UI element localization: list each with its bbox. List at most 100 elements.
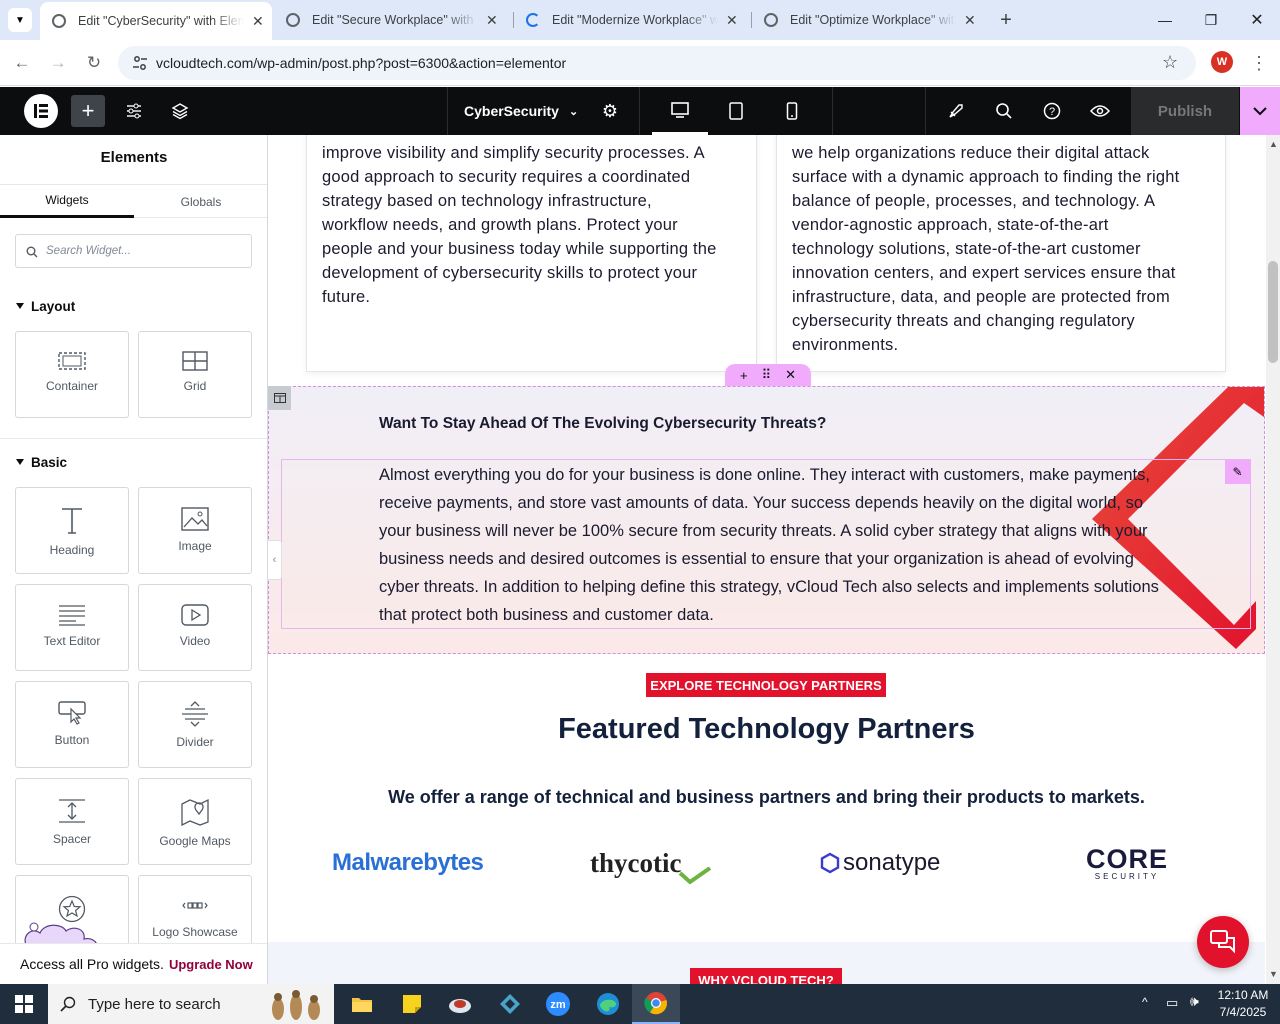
reload-icon[interactable]: ↻: [83, 52, 105, 74]
minimize-icon[interactable]: —: [1142, 0, 1188, 40]
scroll-up-icon[interactable]: ▲: [1269, 139, 1278, 149]
text-editor-icon: [59, 605, 85, 626]
profile-avatar[interactable]: W: [1211, 51, 1233, 73]
network-icon[interactable]: ▭: [1166, 995, 1178, 1011]
canvas-scrollbar[interactable]: ▲ ▼: [1266, 135, 1280, 984]
page-settings-gear-icon[interactable]: ⚙: [598, 87, 622, 135]
scrollbar-thumb[interactable]: [1268, 261, 1278, 363]
drag-handle-icon[interactable]: ⠿: [762, 367, 772, 383]
scroll-down-icon[interactable]: ▼: [1269, 969, 1278, 979]
section-handle[interactable]: + ⠿ ✕: [725, 364, 811, 386]
thycotic-logo[interactable]: thycotic: [590, 841, 712, 885]
widget-grid[interactable]: Grid: [138, 331, 252, 418]
bookmark-star-icon[interactable]: ☆: [1162, 52, 1178, 73]
browser-tab-secure-workplace[interactable]: Edit "Secure Workplace" with El ✕: [274, 0, 512, 40]
browser-tab-cybersecurity[interactable]: Edit "CyberSecurity" with Eleme ✕: [40, 2, 272, 40]
tab-search-icon[interactable]: ▼: [8, 8, 32, 32]
widget-video[interactable]: Video: [138, 584, 252, 671]
widget-google-maps[interactable]: Google Maps: [138, 778, 252, 865]
zoom-app-icon[interactable]: zm: [534, 984, 582, 1024]
delete-icon[interactable]: ✕: [785, 367, 796, 383]
malwarebytes-logo[interactable]: Malwarebytes: [332, 841, 484, 885]
panel-collapse-chevron-icon[interactable]: ‹: [268, 540, 282, 580]
widget-label: Button: [54, 733, 90, 747]
toolbar-divider: [832, 87, 833, 135]
section-layout[interactable]: Layout: [16, 299, 75, 314]
new-tab-icon[interactable]: +: [994, 8, 1018, 32]
publish-options-chevron-icon[interactable]: [1240, 87, 1280, 135]
browser-menu-icon[interactable]: ⋮: [1248, 52, 1270, 74]
add-element-button[interactable]: +: [71, 95, 105, 127]
column-handle-icon[interactable]: [268, 386, 291, 410]
widget-label: Logo Showcase: [152, 925, 238, 939]
taskbar-search-box[interactable]: Type here to search: [48, 984, 334, 1024]
site-info-icon[interactable]: [132, 55, 148, 71]
search-icon[interactable]: [992, 87, 1016, 135]
app-mouse-icon[interactable]: [436, 984, 484, 1024]
tab-widgets[interactable]: Widgets: [0, 185, 134, 218]
widget-text-editor[interactable]: Text Editor: [15, 584, 129, 671]
close-icon[interactable]: ✕: [726, 12, 738, 29]
widget-label: Google Maps: [159, 834, 231, 848]
explore-partners-badge[interactable]: EXPLORE TECHNOLOGY PARTNERS: [646, 673, 886, 697]
preview-eye-icon[interactable]: [1088, 87, 1112, 135]
file-explorer-icon[interactable]: [338, 984, 386, 1024]
widget-image[interactable]: Image: [138, 487, 252, 574]
map-pin-icon: [181, 798, 209, 826]
document-name-dropdown[interactable]: CyberSecurity ⌄: [464, 87, 578, 135]
tab-globals[interactable]: Globals: [134, 185, 267, 218]
close-icon[interactable]: ✕: [486, 12, 498, 29]
window-close-icon[interactable]: ✕: [1234, 0, 1280, 40]
widget-search-input[interactable]: Search Widget...: [15, 234, 252, 268]
tablet-view-icon[interactable]: [722, 87, 750, 135]
add-icon[interactable]: +: [740, 368, 748, 383]
sonatype-logo[interactable]: sonatype: [820, 841, 940, 885]
featured-partners-title[interactable]: Featured Technology Partners: [268, 713, 1265, 746]
forward-icon[interactable]: →: [47, 52, 69, 74]
widget-heading[interactable]: Heading: [15, 487, 129, 574]
featured-partners-subtitle[interactable]: We offer a range of technical and busine…: [268, 787, 1265, 808]
publish-button[interactable]: Publish: [1131, 87, 1239, 135]
widget-label: Video: [179, 634, 211, 648]
chevron-down-icon: ⌄: [568, 105, 579, 118]
windows-start-icon[interactable]: [0, 984, 48, 1024]
close-icon[interactable]: ✕: [964, 12, 976, 29]
desktop-view-icon[interactable]: [652, 87, 708, 135]
widget-divider[interactable]: Divider: [138, 681, 252, 768]
site-settings-icon[interactable]: [122, 87, 146, 135]
heading-t-icon: [62, 508, 82, 534]
why-vcloud-badge[interactable]: WHY VCLOUD TECH?: [690, 968, 842, 984]
show-hidden-icons-chevron-icon[interactable]: ^: [1142, 995, 1148, 1009]
upgrade-now-link[interactable]: Upgrade Now: [169, 957, 253, 972]
close-icon[interactable]: ✕: [252, 13, 264, 30]
restore-icon[interactable]: ❐: [1188, 0, 1234, 40]
widget-container[interactable]: Container: [15, 331, 129, 418]
app-diamond-icon[interactable]: [486, 984, 534, 1024]
back-icon[interactable]: ←: [11, 52, 33, 74]
widget-label: Spacer: [52, 832, 92, 846]
widget-spacer[interactable]: Spacer: [15, 778, 129, 865]
logo-showcase-icon: [182, 902, 208, 909]
chrome-browser-icon[interactable]: [632, 984, 680, 1024]
help-icon[interactable]: ?: [1040, 87, 1064, 135]
browser-tab-optimize-workplace[interactable]: Edit "Optimize Workplace" with ✕: [752, 0, 988, 40]
core-security-logo[interactable]: CORE SECURITY: [1086, 841, 1168, 885]
elementor-logo-icon[interactable]: [24, 94, 58, 128]
widget-button[interactable]: Button: [15, 681, 129, 768]
address-bar[interactable]: vcloudtech.com/wp-admin/post.php?post=63…: [118, 46, 1196, 80]
wordpress-icon: [286, 13, 300, 27]
section-basic[interactable]: Basic: [16, 455, 67, 470]
edge-browser-icon[interactable]: [584, 984, 632, 1024]
cta-heading[interactable]: Want To Stay Ahead Of The Evolving Cyber…: [379, 415, 826, 433]
browser-tab-modernize-workplace[interactable]: Edit "Modernize Workplace" wi ✕: [514, 0, 750, 40]
cta-body-text[interactable]: Almost everything you do for your busine…: [379, 461, 1169, 629]
structure-layers-icon[interactable]: [168, 87, 192, 135]
sticky-notes-icon[interactable]: [388, 984, 436, 1024]
edit-pencil-icon[interactable]: ✎: [1225, 460, 1250, 484]
tab-title: Edit "Modernize Workplace" wi: [552, 13, 718, 27]
volume-icon[interactable]: 🕪: [1190, 993, 1199, 1010]
notes-rocket-icon[interactable]: [944, 87, 968, 135]
taskbar-clock[interactable]: 12:10 AM 7/4/2025: [1212, 987, 1274, 1021]
chat-bubble-icon[interactable]: [1197, 916, 1249, 968]
mobile-view-icon[interactable]: [778, 87, 806, 135]
